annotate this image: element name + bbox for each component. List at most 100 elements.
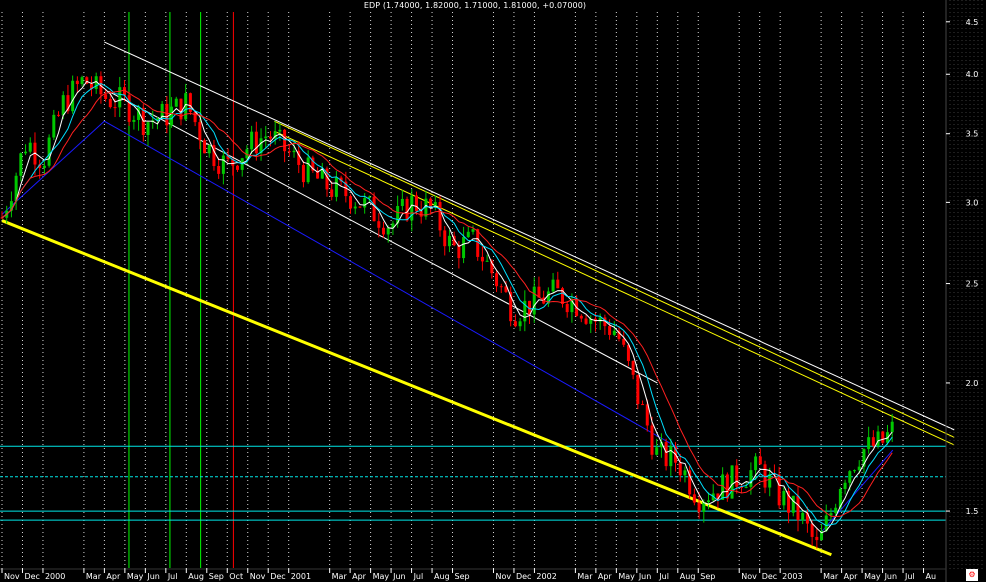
candle-body bbox=[174, 98, 178, 107]
candle-body bbox=[848, 471, 852, 483]
candle-body bbox=[692, 494, 696, 503]
candle-body bbox=[495, 273, 499, 287]
y-tick-label: 2.5 bbox=[966, 280, 979, 289]
candle-body bbox=[400, 198, 404, 207]
ma-slow-line bbox=[1, 89, 893, 518]
candle-body bbox=[438, 201, 442, 231]
candle-body bbox=[641, 404, 645, 406]
candle-body bbox=[636, 374, 640, 405]
y-tick-label: 3.0 bbox=[966, 198, 979, 207]
candle-body bbox=[683, 470, 687, 476]
candle-body bbox=[513, 321, 517, 327]
x-tick-label: Dec bbox=[516, 572, 531, 581]
candle-body bbox=[890, 421, 894, 433]
candle-body bbox=[165, 103, 169, 126]
settings-icon[interactable]: ⚙ bbox=[966, 569, 978, 581]
candle-body bbox=[306, 157, 310, 183]
ma-mid-line bbox=[1, 83, 893, 527]
candle-body bbox=[801, 512, 805, 521]
candle-body bbox=[236, 165, 239, 170]
candle-body bbox=[669, 446, 673, 467]
x-tick-label: Mar bbox=[823, 572, 839, 581]
x-tick-label: Aug bbox=[680, 572, 696, 581]
candle-body bbox=[217, 166, 221, 174]
candle-body bbox=[565, 303, 569, 313]
x-tick-label: Jul bbox=[658, 572, 669, 581]
x-tick-label: Apr bbox=[352, 572, 367, 581]
candle-body bbox=[631, 361, 635, 375]
x-tick-label: Au bbox=[926, 572, 937, 581]
candle-body bbox=[170, 106, 174, 126]
candle-body bbox=[853, 470, 857, 472]
candle-body bbox=[24, 151, 28, 154]
trend-line-lower-yellow bbox=[1, 219, 832, 557]
candle-body bbox=[471, 229, 475, 232]
x-tick-label: Nov bbox=[250, 572, 266, 581]
candle-body bbox=[867, 437, 871, 450]
y-tick-label: 2.0 bbox=[966, 379, 979, 388]
candle-body bbox=[744, 486, 748, 488]
trend-line-blue-support-2 bbox=[104, 120, 679, 448]
chart-title: EDP (1.74000, 1.82000, 1.71000, 1.81000,… bbox=[363, 1, 587, 10]
candle-body bbox=[584, 318, 588, 324]
x-tick-label: May bbox=[373, 572, 390, 581]
candle-body bbox=[268, 136, 272, 139]
candle-body bbox=[113, 107, 117, 109]
candle-body bbox=[372, 196, 376, 222]
candle-body bbox=[532, 286, 536, 315]
x-tick-label: Mar bbox=[577, 572, 593, 581]
candle-body bbox=[650, 425, 654, 455]
candle-body bbox=[28, 142, 32, 152]
candle-body bbox=[499, 286, 503, 288]
trend-line-upper-yellow-1 bbox=[274, 120, 955, 438]
candle-body bbox=[414, 195, 418, 212]
candle-body bbox=[118, 87, 122, 108]
candle-body bbox=[61, 95, 65, 116]
trend-line-upper-white-2 bbox=[108, 90, 658, 384]
candle-body bbox=[871, 437, 875, 446]
candle-body bbox=[353, 206, 357, 209]
candle-body bbox=[791, 495, 795, 513]
x-tick-label: Jun bbox=[884, 572, 898, 581]
x-tick-label: Jun bbox=[392, 572, 406, 581]
trend-line-upper-white bbox=[104, 41, 955, 431]
candle-body bbox=[80, 77, 84, 85]
candle-body bbox=[622, 338, 626, 345]
x-tick-label: Apr bbox=[106, 572, 121, 581]
candle-body bbox=[466, 231, 470, 238]
y-tick-label: 1.5 bbox=[966, 507, 979, 516]
candle-body bbox=[377, 221, 381, 228]
candle-body bbox=[198, 122, 202, 141]
trend-line-upper-yellow-2 bbox=[274, 130, 955, 446]
candle-body bbox=[735, 465, 739, 487]
candle-body bbox=[127, 95, 131, 122]
candle-body bbox=[429, 198, 433, 207]
x-tick-label: Apr bbox=[598, 572, 613, 581]
ma-fast-line bbox=[1, 80, 893, 534]
candle-body bbox=[203, 140, 207, 154]
candle-body bbox=[782, 491, 786, 506]
x-tick-label: Sep bbox=[455, 572, 470, 581]
candle-body bbox=[75, 80, 79, 85]
candle-body bbox=[287, 151, 291, 153]
candle-body bbox=[730, 465, 734, 499]
candle-body bbox=[843, 482, 847, 490]
x-tick-label: Sep bbox=[209, 572, 224, 581]
x-tick-label: Nov bbox=[495, 572, 511, 581]
x-tick-label: May bbox=[864, 572, 881, 581]
candle-body bbox=[655, 447, 659, 455]
trend-lines bbox=[1, 41, 955, 557]
candle-body bbox=[579, 315, 583, 319]
price-chart: 4.5 4.0 3.5 3.0 2.5 2.0 1.5 Nov Dec 2000 Mar Apr Ma… bbox=[0, 0, 983, 582]
candle-body bbox=[419, 211, 423, 217]
candle-body bbox=[443, 230, 447, 247]
candle-body bbox=[697, 502, 701, 512]
x-tick-label: Jul bbox=[413, 572, 424, 581]
candle-body bbox=[264, 136, 268, 139]
candle-body bbox=[57, 114, 61, 116]
candle-body bbox=[108, 98, 112, 108]
candle-body bbox=[207, 145, 211, 154]
x-tick-label: Aug bbox=[434, 572, 450, 581]
candle-body bbox=[221, 155, 225, 174]
y-axis: 4.5 4.0 3.5 3.0 2.5 2.0 1.5 bbox=[945, 0, 983, 582]
